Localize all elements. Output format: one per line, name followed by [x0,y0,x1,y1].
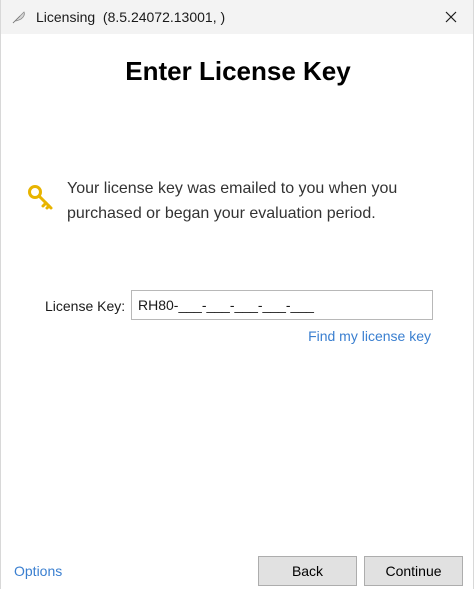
close-icon [445,11,457,23]
feather-icon [12,11,25,24]
back-button[interactable]: Back [258,556,357,586]
window-title: Licensing (8.5.24072.13001, ) [36,9,226,25]
license-key-label: License Key: [45,298,126,314]
license-key-input[interactable] [131,290,433,320]
close-button[interactable] [429,0,473,34]
info-text: Your license key was emailed to you when… [67,180,398,222]
continue-button[interactable]: Continue [364,556,463,586]
page-title: Enter License Key [125,56,351,86]
title-bar[interactable]: Licensing (8.5.24072.13001, ) [1,0,473,34]
options-link[interactable]: Options [14,563,62,579]
key-icon [28,185,53,210]
find-license-key-link[interactable]: Find my license key [308,328,431,344]
licensing-window: Licensing (8.5.24072.13001, ) Enter Lice… [0,0,474,589]
